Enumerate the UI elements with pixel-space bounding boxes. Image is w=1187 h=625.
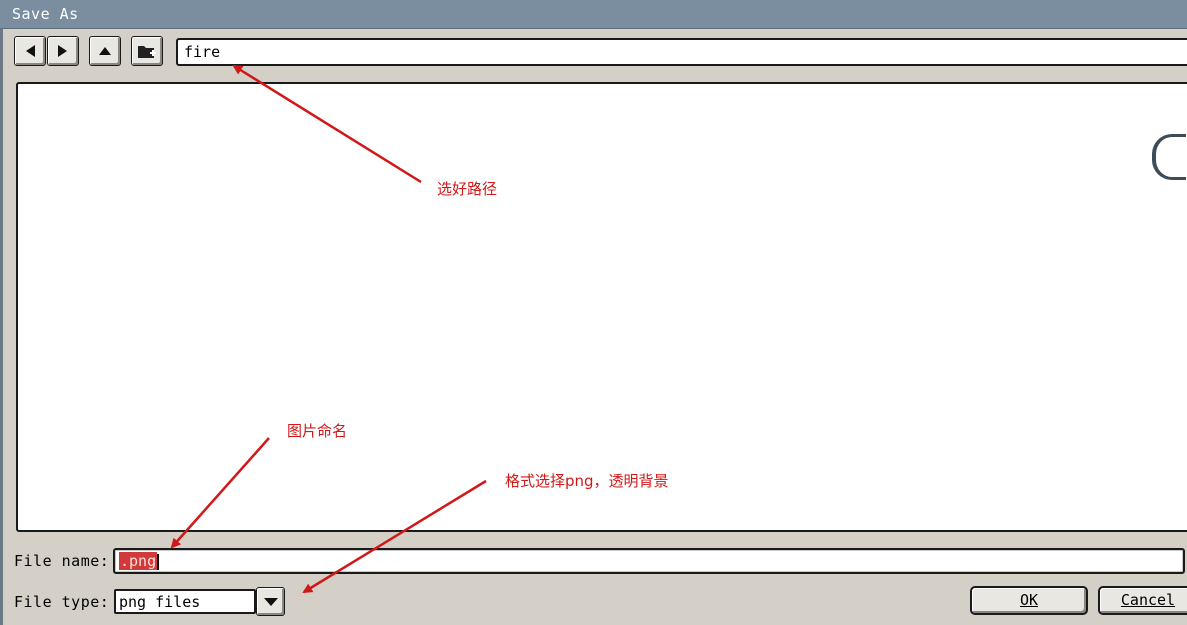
file-list[interactable] <box>16 82 1187 532</box>
file-type-dropdown-button[interactable] <box>256 587 285 616</box>
annotation-path-note: 选好路径 <box>437 180 498 198</box>
cancel-button[interactable]: Cancel <box>1098 586 1187 615</box>
window-left-edge <box>0 29 3 625</box>
annotation-type-note: 格式选择png，透明背景 <box>505 472 669 490</box>
file-type-select[interactable]: png files <box>114 589 256 614</box>
window-title: Save As <box>12 5 79 23</box>
chevron-down-icon <box>263 597 278 606</box>
ok-button[interactable]: OK <box>970 586 1088 615</box>
new-folder-button[interactable] <box>131 36 163 66</box>
annotation-name-note: 图片命名 <box>287 422 348 440</box>
file-name-label: File name: <box>14 552 110 570</box>
triangle-left-icon <box>26 45 35 57</box>
text-caret <box>157 553 160 570</box>
forward-button[interactable] <box>47 36 79 66</box>
triangle-right-icon <box>58 45 67 57</box>
file-name-selected-text: .png <box>119 552 158 570</box>
path-input[interactable]: fire <box>176 38 1187 66</box>
file-type-label: File type: <box>14 593 110 611</box>
up-folder-button[interactable] <box>89 36 121 66</box>
triangle-up-icon <box>99 47 111 55</box>
back-button[interactable] <box>14 36 46 66</box>
folder-plus-icon <box>138 46 156 58</box>
title-bar: Save As <box>0 0 1187 29</box>
partial-file-icon <box>1152 134 1186 180</box>
file-name-input[interactable]: .png <box>113 548 1185 574</box>
